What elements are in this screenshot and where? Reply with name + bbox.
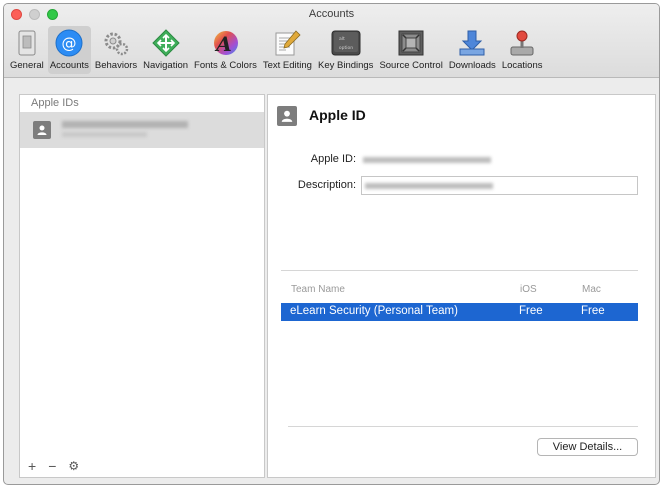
tab-accounts-label: Accounts xyxy=(49,60,89,71)
tab-text-editing-label: Text Editing xyxy=(262,60,312,71)
svg-text:option: option xyxy=(339,45,353,51)
apple-id-detail-panel: Apple ID Apple ID: Description: Team Nam… xyxy=(267,94,656,478)
tab-locations-label: Locations xyxy=(501,60,543,71)
accounts-at-icon: @ xyxy=(54,28,84,58)
tab-navigation-label: Navigation xyxy=(143,60,189,71)
redacted-account-name xyxy=(62,121,188,128)
tab-general[interactable]: General xyxy=(8,26,46,74)
description-field[interactable] xyxy=(361,176,638,195)
tab-behaviors-label: Behaviors xyxy=(94,60,138,71)
apple-id-label: Apple ID: xyxy=(310,153,356,165)
gears-icon xyxy=(101,28,131,58)
tab-accounts[interactable]: @ Accounts xyxy=(47,26,91,74)
accounts-window: Accounts General @ Accounts Behaviors Na… xyxy=(3,3,660,485)
svg-text:A: A xyxy=(215,32,233,56)
downloads-icon xyxy=(457,28,487,58)
list-footer: + − ⚙ xyxy=(28,459,79,473)
ios-column-header[interactable]: iOS xyxy=(520,284,537,295)
person-icon xyxy=(33,121,51,139)
person-icon xyxy=(277,106,297,126)
redacted-apple-id-value xyxy=(363,157,491,163)
add-account-button[interactable]: + xyxy=(28,459,36,473)
svg-text:@: @ xyxy=(62,35,77,53)
tab-downloads-label: Downloads xyxy=(448,60,496,71)
tab-general-label: General xyxy=(10,60,44,71)
remove-account-button[interactable]: − xyxy=(48,459,56,473)
redacted-description-value xyxy=(365,183,493,189)
tab-text-editing[interactable]: Text Editing xyxy=(261,26,314,74)
description-label: Description: xyxy=(297,179,356,191)
team-name-column-header[interactable]: Team Name xyxy=(291,284,345,295)
title-bar: Accounts General @ Accounts Behaviors Na… xyxy=(4,4,659,78)
tab-key-bindings[interactable]: alt option Key Bindings xyxy=(316,26,375,74)
window-title: Accounts xyxy=(308,8,355,20)
apple-id-list-item[interactable] xyxy=(20,112,264,148)
ios-cell: Free xyxy=(519,305,543,317)
text-editing-icon xyxy=(272,28,302,58)
table-row[interactable]: eLearn Security (Personal Team) Free Fre… xyxy=(281,303,638,321)
mac-column-header[interactable]: Mac xyxy=(582,284,601,295)
apple-ids-header: Apple IDs xyxy=(20,95,264,112)
general-icon xyxy=(12,28,42,58)
tab-source-control-label: Source Control xyxy=(379,60,443,71)
keyboard-key-icon: alt option xyxy=(331,28,361,58)
tab-navigation[interactable]: Navigation xyxy=(141,26,190,74)
tab-downloads[interactable]: Downloads xyxy=(447,26,498,74)
locations-joystick-icon xyxy=(507,28,537,58)
mac-cell: Free xyxy=(581,305,605,317)
font-a-icon: A xyxy=(210,28,240,58)
svg-text:alt: alt xyxy=(339,36,345,42)
detail-title: Apple ID xyxy=(309,107,366,123)
tab-behaviors[interactable]: Behaviors xyxy=(93,26,139,74)
view-details-button[interactable]: View Details... xyxy=(537,438,638,456)
preferences-toolbar: General @ Accounts Behaviors Navigation xyxy=(8,26,546,74)
teams-divider xyxy=(281,270,638,271)
table-bottom-divider xyxy=(288,426,638,427)
team-name-cell: eLearn Security (Personal Team) xyxy=(290,305,458,317)
apple-ids-panel: Apple IDs + − ⚙ xyxy=(19,94,265,478)
tab-fonts-colors-label: Fonts & Colors xyxy=(194,60,257,71)
tab-key-bindings-label: Key Bindings xyxy=(317,60,374,71)
tab-source-control[interactable]: Source Control xyxy=(377,26,444,74)
source-control-icon xyxy=(396,28,426,58)
gear-icon[interactable]: ⚙ xyxy=(68,459,79,473)
tab-fonts-colors[interactable]: A Fonts & Colors xyxy=(192,26,259,74)
navigation-arrows-icon xyxy=(151,28,181,58)
tab-locations[interactable]: Locations xyxy=(500,26,545,74)
redacted-account-email xyxy=(62,132,147,137)
